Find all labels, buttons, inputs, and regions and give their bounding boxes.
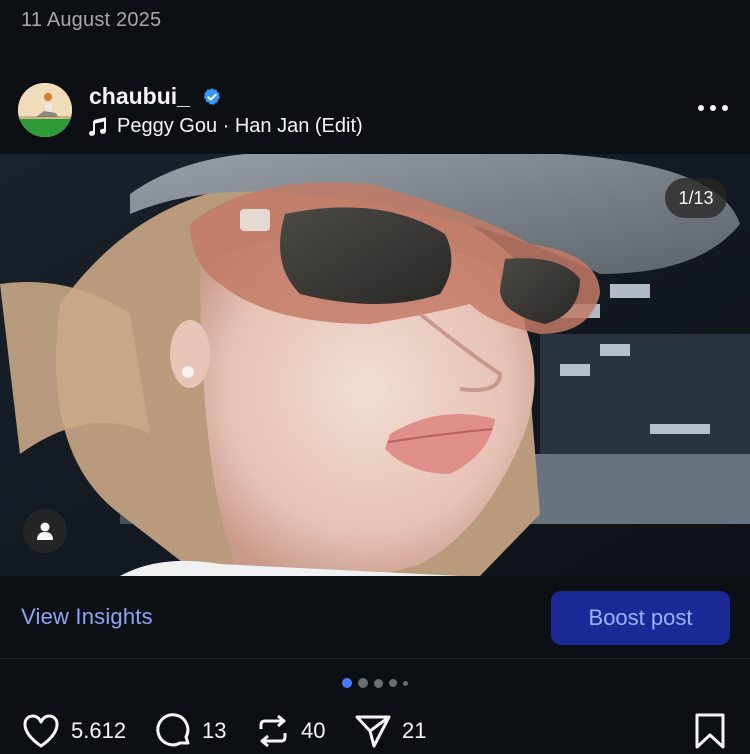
heart-icon xyxy=(23,714,59,748)
more-dot xyxy=(710,105,716,111)
tagged-people-button[interactable] xyxy=(23,509,67,553)
post-action-bar: View Insights Boost post xyxy=(0,576,750,659)
share-action[interactable]: 21 xyxy=(354,713,426,749)
verified-badge-icon xyxy=(203,88,220,105)
like-action[interactable]: 5.612 xyxy=(21,713,126,749)
like-count: 5.612 xyxy=(71,718,127,743)
carousel-dot xyxy=(374,678,383,688)
boost-post-button[interactable]: Boost post xyxy=(551,591,730,645)
more-dot xyxy=(722,105,728,111)
carousel-counter: 1/13 xyxy=(665,178,727,218)
repost-action[interactable]: 40 xyxy=(255,713,325,749)
music-note-icon xyxy=(89,116,106,136)
more-options-button[interactable] xyxy=(698,98,728,118)
carousel-indicator xyxy=(0,678,750,688)
post-photo xyxy=(0,154,750,576)
share-count: 21 xyxy=(402,718,427,743)
repost-count: 40 xyxy=(301,718,326,743)
post-date: 11 August 2025 xyxy=(21,9,162,31)
post-image[interactable]: 1/13 xyxy=(0,154,750,576)
avatar[interactable] xyxy=(18,83,72,137)
carousel-dot xyxy=(389,679,397,687)
person-tag-icon xyxy=(37,522,53,540)
send-paper-plane-icon xyxy=(355,715,391,748)
carousel-dot xyxy=(403,680,408,686)
comment-count: 13 xyxy=(202,718,227,743)
carousel-dot xyxy=(358,678,368,688)
username[interactable]: chaubui_ xyxy=(89,83,190,110)
avatar-image xyxy=(18,83,72,137)
view-insights-link[interactable]: View Insights xyxy=(21,604,153,630)
post-header: chaubui_ Peggy Gou · Han Jan (Edit) xyxy=(0,80,750,150)
save-button[interactable] xyxy=(694,713,726,754)
comment-action[interactable]: 13 xyxy=(156,713,226,749)
music-label: Peggy Gou · Han Jan (Edit) xyxy=(117,115,363,137)
bookmark-icon xyxy=(695,713,725,749)
more-horizontal-icon xyxy=(698,105,704,111)
carousel-dot-active xyxy=(342,678,352,688)
music-track[interactable]: Peggy Gou · Han Jan (Edit) xyxy=(89,115,363,138)
comment-bubble-icon xyxy=(156,713,190,747)
engagement-row: 5.612 13 40 21 xyxy=(0,705,750,750)
repost-arrows-icon xyxy=(259,714,287,748)
